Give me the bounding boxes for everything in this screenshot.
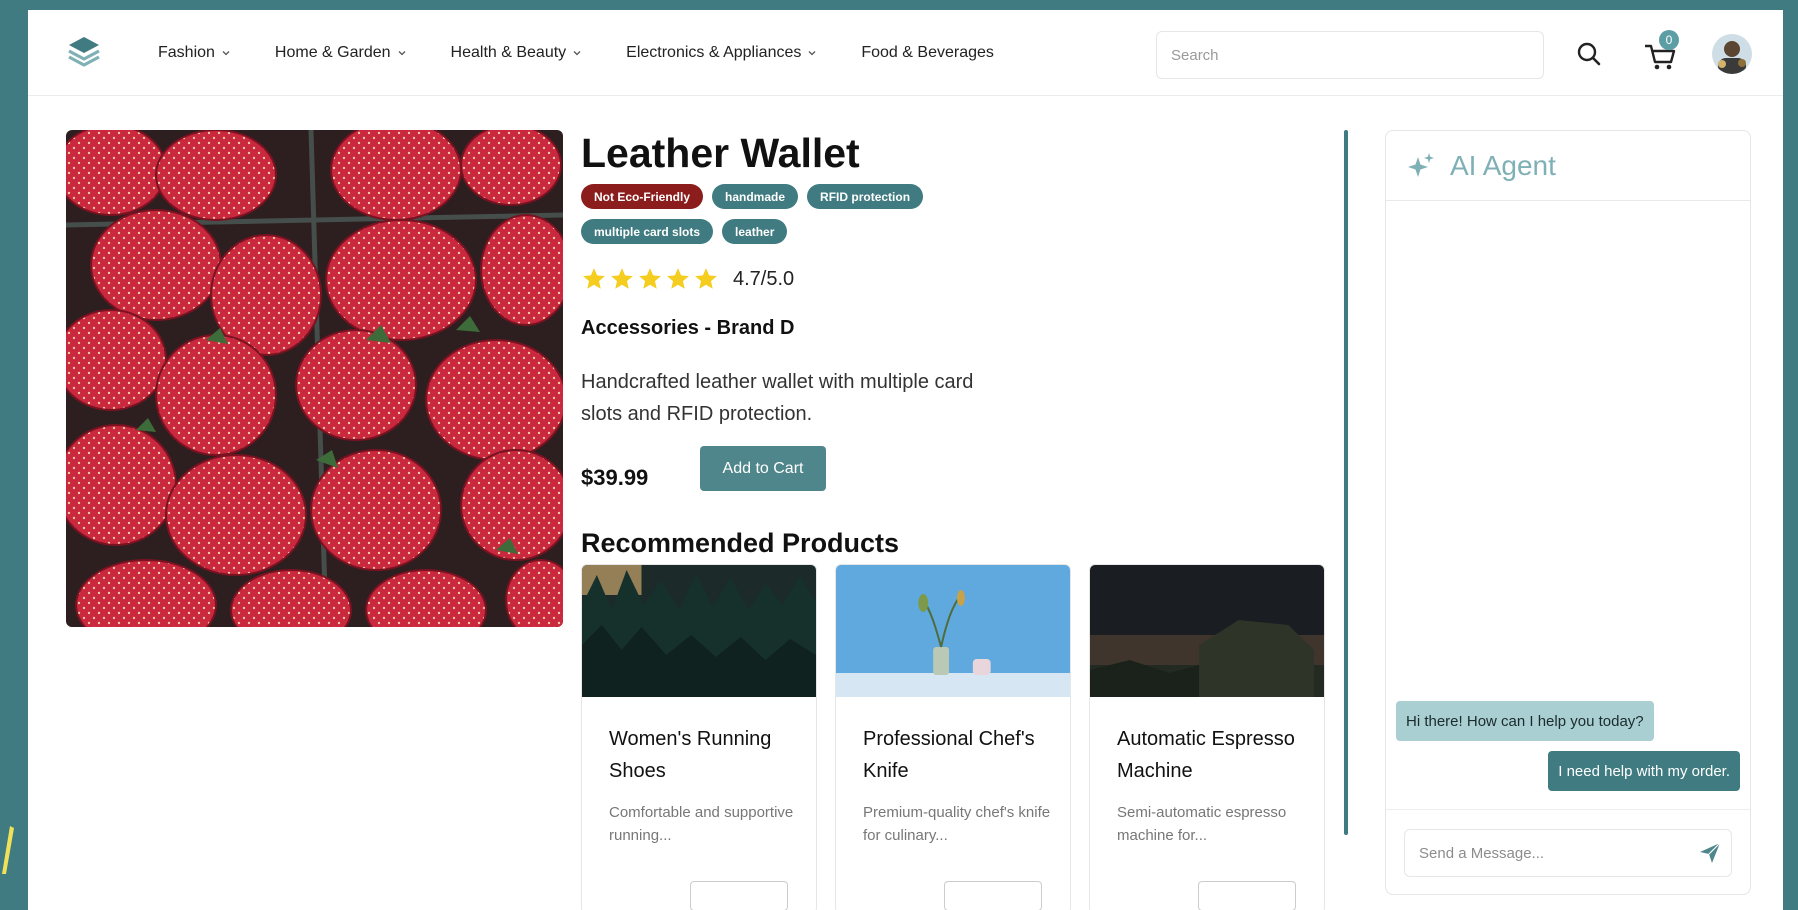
user-avatar[interactable] [1712, 34, 1752, 74]
product-description: Handcrafted leather wallet with multiple… [581, 371, 974, 425]
search-input[interactable] [1156, 31, 1544, 79]
recommended-name: Women's Running Shoes [609, 728, 772, 782]
message-input[interactable] [1404, 829, 1732, 877]
nav-item-food-beverages[interactable]: Food & Beverages [861, 44, 994, 62]
nav-item-label: Fashion [158, 44, 215, 61]
compose-divider [1386, 809, 1750, 810]
layers-logo-icon[interactable] [66, 34, 102, 70]
nav-item-electronics-appliances[interactable]: Electronics & Appliances [626, 44, 817, 62]
vertical-divider [1344, 130, 1348, 835]
site-header: Fashion Home & Garden Health & Beauty El… [28, 10, 1783, 96]
product-price: $39.99 [581, 465, 649, 490]
recommended-action-button[interactable] [1198, 881, 1296, 910]
recommended-action-button[interactable] [690, 881, 788, 910]
chevron-down-icon [398, 51, 405, 56]
nav-item-fashion[interactable]: Fashion [158, 44, 231, 62]
chevron-down-icon [573, 51, 581, 56]
recommended-title: Recommended Products [581, 528, 900, 558]
nav-item-label: Electronics & Appliances [626, 44, 802, 61]
chevron-down-icon [222, 51, 230, 56]
recommended-card-espresso-machine[interactable]: Automatic Espresso Machine Semi-automati… [1089, 564, 1325, 910]
nav-item-health-beauty[interactable]: Health & Beauty [451, 44, 583, 62]
barn-night-photo [1090, 565, 1324, 697]
star-icon [639, 268, 661, 289]
star-icon [695, 268, 717, 289]
nav-item-label: Food & Beverages [861, 44, 994, 61]
recommended-action-button[interactable] [944, 881, 1042, 910]
main-nav: Fashion Home & Garden Health & Beauty El… [158, 10, 1038, 96]
recommended-description: Semi-automatic espresso machine for... [1117, 804, 1287, 844]
send-icon[interactable] [1698, 841, 1722, 865]
plant-vase-photo [836, 565, 1070, 697]
app-frame: Fashion Home & Garden Health & Beauty El… [28, 10, 1783, 910]
product-title: Leather Wallet [581, 130, 860, 176]
recommended-name: Professional Chef's Knife [863, 728, 1035, 782]
nav-item-home-garden[interactable]: Home & Garden [275, 44, 407, 62]
nav-item-label: Home & Garden [274, 44, 391, 61]
tag-handmade: handmade [712, 184, 799, 209]
rating-value: 4.7/5.0 [733, 267, 795, 290]
chevron-down-icon [808, 51, 816, 56]
product-rating: 4.7/5.0 [581, 266, 794, 292]
recommended-description: Comfortable and supportive running... [609, 804, 794, 844]
product-tags: Not Eco-Friendly handmade RFID protectio… [581, 184, 1001, 244]
star-icon [667, 268, 689, 289]
recommended-name: Automatic Espresso Machine [1117, 728, 1295, 782]
tag-not-eco-friendly: Not Eco-Friendly [581, 184, 704, 209]
nav-item-label: Health & Beauty [450, 44, 567, 61]
ai-agent-panel: AI Agent Hi there! How can I help you to… [1385, 130, 1751, 895]
forest-photo [582, 565, 816, 697]
ai-agent-header: AI Agent [1386, 131, 1750, 201]
sparkle-icon [1408, 152, 1434, 177]
pen-cursor-icon [2, 826, 14, 874]
product-category: Accessories - Brand D [581, 317, 795, 339]
recommended-description: Premium-quality chef's knife for culinar… [863, 804, 1051, 844]
search-icon[interactable] [1575, 40, 1603, 68]
star-icon [583, 268, 605, 289]
cart-count-badge: 0 [1659, 30, 1679, 50]
chat-message-user: I need help with my order. [1548, 751, 1740, 791]
ai-agent-title: AI Agent [1450, 149, 1556, 181]
tag-multiple-card-slots: multiple card slots [581, 219, 714, 244]
star-icon [611, 268, 633, 289]
product-image [66, 130, 563, 627]
recommended-card-chefs-knife[interactable]: Professional Chef's Knife Premium-qualit… [835, 564, 1071, 910]
tag-leather: leather [722, 219, 788, 244]
add-to-cart-button[interactable]: Add to Cart [700, 446, 826, 491]
recommended-card-running-shoes[interactable]: Women's Running Shoes Comfortable and su… [581, 564, 817, 910]
chat-message-assistant: Hi there! How can I help you today? [1396, 701, 1654, 741]
tag-rfid-protection: RFID protection [807, 184, 924, 209]
